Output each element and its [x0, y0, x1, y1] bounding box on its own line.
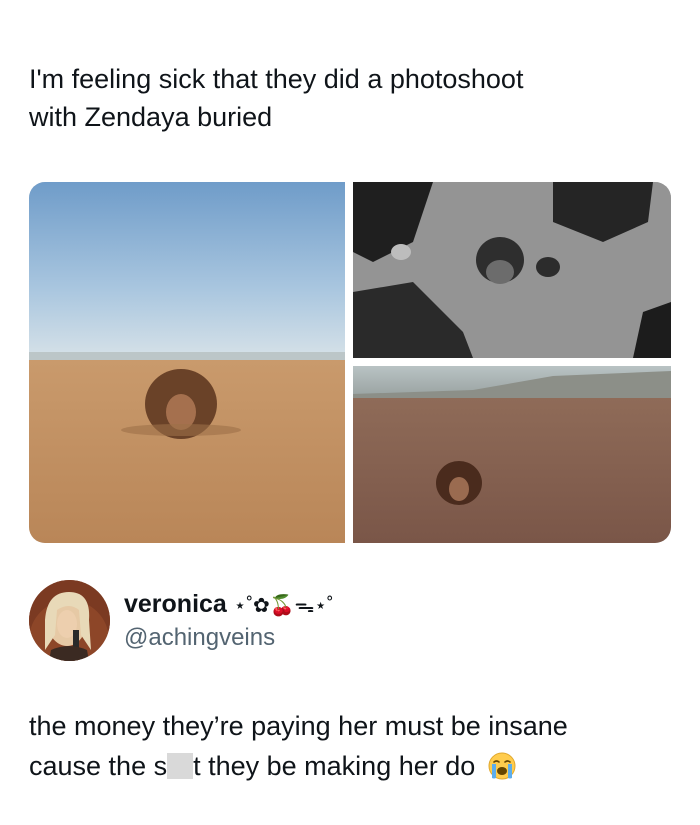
display-name[interactable]: veronica ⋆˚✿🍒ᯓ⋆˚: [124, 590, 334, 619]
caption-line-1: I'm feeling sick that they did a photosh…: [29, 64, 524, 94]
display-name-text: veronica: [124, 590, 227, 618]
censor-box: [167, 753, 194, 779]
loudly-crying-face-icon: [488, 752, 516, 780]
display-name-decoration: ⋆˚✿🍒ᯓ⋆˚: [233, 595, 334, 617]
photo-bw-overhead[interactable]: [353, 182, 671, 358]
reply-line-2-start: cause the s: [29, 751, 168, 781]
caption-line-2: with Zendaya buried: [29, 102, 273, 132]
reply-author: veronica ⋆˚✿🍒ᯓ⋆˚ @achingveins: [29, 580, 669, 662]
avatar[interactable]: [29, 580, 110, 661]
reply-line-1: the money they’re paying her must be ins…: [29, 711, 568, 741]
reply-line-2: cause the s t they be making her do: [29, 746, 679, 786]
post-caption: I'm feeling sick that they did a photosh…: [29, 60, 669, 136]
photo-grid: [29, 182, 671, 543]
user-handle[interactable]: @achingveins: [124, 624, 275, 652]
photo-desert-wide[interactable]: [29, 182, 345, 543]
reply-line-2-end: t they be making her do: [193, 751, 476, 781]
reply-text: the money they’re paying her must be ins…: [29, 706, 679, 786]
photo-desert-far[interactable]: [353, 366, 671, 543]
